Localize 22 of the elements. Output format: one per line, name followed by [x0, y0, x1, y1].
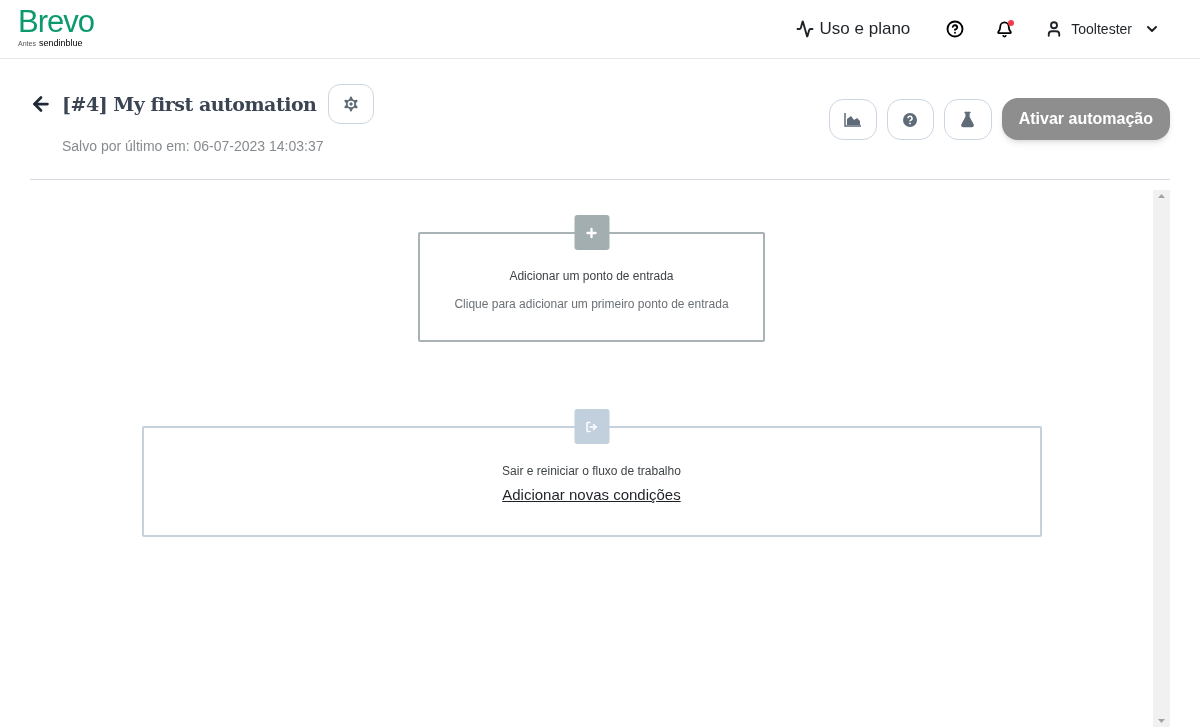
settings-button[interactable] — [328, 84, 375, 124]
add-conditions-link[interactable]: Adicionar novas condições — [502, 484, 681, 507]
user-menu[interactable]: Tooltester — [1045, 18, 1160, 40]
node-title: Sair e reiniciar o fluxo de trabalho — [502, 463, 681, 481]
help-icon[interactable] — [946, 20, 965, 38]
automation-title: [#4] My first automation — [62, 91, 317, 117]
test-button[interactable] — [943, 99, 992, 140]
last-saved-text: Salvo por último em: 06-07-2023 14:03:37 — [62, 137, 325, 156]
usage-plan-link[interactable]: Uso e plano — [795, 16, 911, 42]
node-card[interactable]: Sair e reiniciar o fluxo de trabalho Adicionar novas condições — [141, 426, 1042, 537]
node-description: Clique para adicionar um primeiro ponto de entrada — [454, 296, 729, 313]
stats-chart-button[interactable] — [828, 99, 877, 140]
pulse-icon — [795, 20, 814, 38]
help-button[interactable] — [886, 99, 934, 140]
area-chart-icon — [843, 112, 862, 127]
tagline-brand: sendinblue — [38, 37, 83, 51]
notification-bell-icon[interactable] — [996, 20, 1014, 38]
flask-icon — [959, 111, 977, 128]
help-icon — [903, 112, 918, 127]
node-title: Adicionar um ponto de entrada — [509, 268, 674, 285]
node-card[interactable]: Adicionar um ponto de entrada Clique para adicionar um primeiro ponto de entrada — [418, 232, 765, 342]
brand-logo[interactable]: Brevo — [18, 7, 94, 38]
